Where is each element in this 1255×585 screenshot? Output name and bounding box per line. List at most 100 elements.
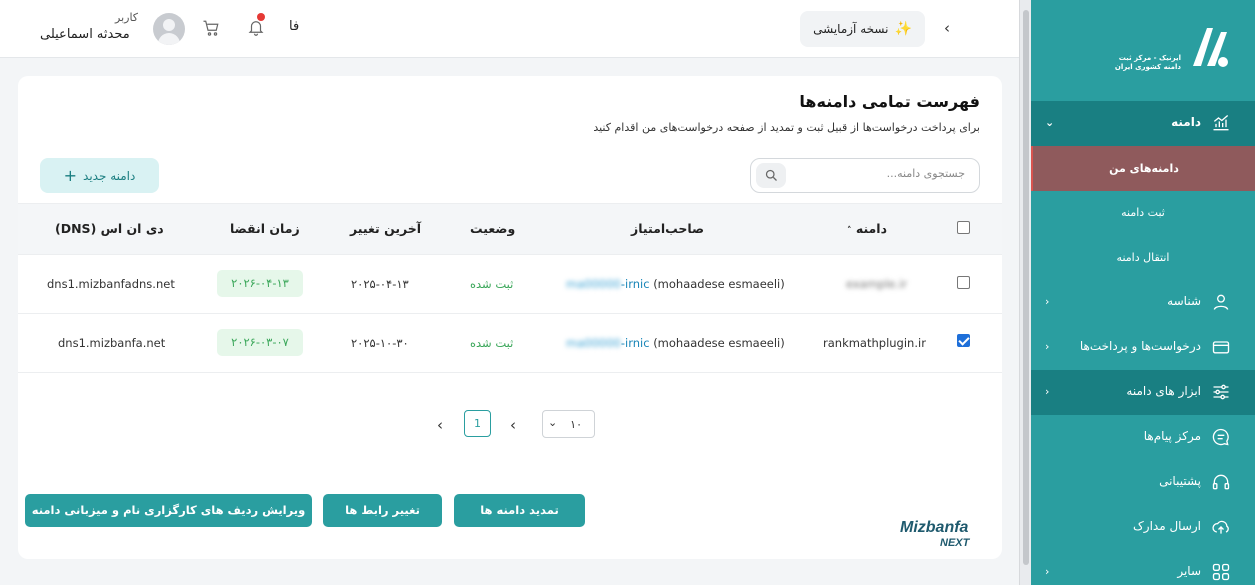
owner[interactable]: ma00000-irnic (mohaadese esmaeeli) <box>566 336 785 350</box>
pagination-next-icon[interactable]: ‹ <box>510 416 516 434</box>
cart-icon[interactable] <box>202 19 220 37</box>
sidebar-item-label: سایر <box>1177 564 1201 578</box>
scrollbar[interactable] <box>1019 0 1031 585</box>
table-row[interactable]: example.ir ma00000-irnic (mohaadese esma… <box>18 254 1002 313</box>
last-change: ۲۰۲۵-۰۴-۱۳ <box>351 277 409 291</box>
headset-icon <box>1212 474 1230 490</box>
notification-badge <box>257 13 265 21</box>
chart-icon <box>1213 114 1229 131</box>
sidebar-item-domain[interactable]: دامنه ⌄ <box>1031 101 1255 146</box>
search-input[interactable] <box>790 167 965 180</box>
edit-nameservers-button[interactable]: ویرایش ردیف های کارگزاری نام و میزبانی د… <box>25 494 312 527</box>
sidebar-subitem-register[interactable]: ثبت دامنه <box>1031 190 1255 235</box>
chevron-left-icon: ‹ <box>1045 295 1050 308</box>
owner-suffix: -irnic <box>620 336 650 350</box>
header-status: وضعیت <box>470 221 516 236</box>
owner-handle: ma00000 <box>566 336 621 350</box>
brand-tag: NEXT <box>940 537 971 549</box>
owner[interactable]: ma00000-irnic (mohaadese esmaeeli) <box>566 277 785 291</box>
sidebar-item-label: دامنه <box>1171 115 1201 129</box>
page-size-value: ۱۰ <box>570 418 582 431</box>
owner-name: (mohaadese esmaeeli) <box>653 336 785 350</box>
owner-suffix: -irnic <box>620 277 650 291</box>
sidebar-item-identity[interactable]: شناسه ‹ <box>1031 280 1255 325</box>
chevron-left-icon: ‹ <box>1045 340 1050 353</box>
select-all-checkbox[interactable] <box>957 221 970 234</box>
new-domain-button[interactable]: دامنه جدید + <box>40 158 159 193</box>
sidebar-item-label: مرکز پیام‌ها <box>1143 429 1201 443</box>
message-icon <box>1212 428 1229 446</box>
owner-name: (mohaadese esmaeeli) <box>653 277 785 291</box>
sidebar-item-other[interactable]: سایر ‹ <box>1031 550 1255 585</box>
header-dns: دی ان اس (DNS) <box>55 221 164 236</box>
sidebar-logo[interactable]: ایرنیک - مرکز ثبت دامنه کشوری ایران <box>1031 0 1255 100</box>
logo-text: ایرنیک - مرکز ثبت دامنه کشوری ایران <box>1114 54 1181 71</box>
sidebar-subitem-transfer[interactable]: انتقال دامنه <box>1031 235 1255 280</box>
chevron-left-icon: ‹ <box>1045 565 1050 578</box>
card-icon <box>1212 341 1230 354</box>
domains-card: فهرست تمامی دامنه‌ها برای پرداخت درخواست… <box>18 76 1002 559</box>
chevron-down-icon: ⌄ <box>1045 116 1055 129</box>
header-expiry: زمان انقضا <box>230 221 300 236</box>
scrollbar-thumb[interactable] <box>1023 10 1029 565</box>
header-domain[interactable]: دامنه ˄ <box>847 221 887 236</box>
sidebar-item-support[interactable]: پشتیبانی <box>1031 460 1255 505</box>
row-checkbox[interactable] <box>957 334 970 347</box>
top-bar: کاربر محدثه اسماعیلی فا ✨ نسخه آزمایشی ‹ <box>0 0 1019 58</box>
dns: dns1.mizbanfadns.net <box>47 277 175 291</box>
plus-icon: + <box>63 166 78 185</box>
chevron-left-icon[interactable]: ‹ <box>944 19 950 37</box>
search-icon <box>765 169 777 181</box>
status: ثبت شده <box>470 277 514 291</box>
table-header: دامنه ˄ صاحب‌امتیاز وضعیت آخرین تغییر زم… <box>18 203 1002 254</box>
domain-name[interactable]: example.ir <box>846 277 907 291</box>
brand-name: Mizbanfa <box>900 519 969 536</box>
user-name[interactable]: محدثه اسماعیلی <box>40 27 130 42</box>
pagination-page[interactable]: 1 <box>464 410 491 437</box>
table-row[interactable]: rankmathplugin.ir ma00000-irnic (mohaade… <box>18 313 1002 372</box>
user-role: کاربر <box>115 11 139 24</box>
header-owner: صاحب‌امتیاز <box>631 221 705 236</box>
expiry-badge: ۲۰۲۶-۰۳-۰۷ <box>217 329 303 356</box>
sidebar-subitem-my-domains[interactable]: دامنه‌های من <box>1031 146 1255 191</box>
expiry-badge: ۲۰۲۶-۰۴-۱۳ <box>217 270 303 297</box>
row-checkbox[interactable] <box>957 276 970 289</box>
last-change: ۲۰۲۵-۱۰-۳۰ <box>351 336 409 350</box>
search-box <box>750 158 980 193</box>
dns: dns1.mizbanfa.net <box>58 336 166 350</box>
sliders-icon <box>1213 384 1229 400</box>
upload-icon <box>1212 520 1229 534</box>
sidebar: ایرنیک - مرکز ثبت دامنه کشوری ایران دامن… <box>1031 0 1255 585</box>
renew-button[interactable]: تمدید دامنه ها <box>454 494 585 527</box>
brand-logo: Mizbanfa NEXT <box>900 519 971 549</box>
language-switch[interactable]: فا <box>289 19 299 34</box>
change-contact-button[interactable]: تغییر رابط ها <box>323 494 442 527</box>
irnic-logo <box>1193 28 1228 67</box>
sidebar-item-label: شناسه <box>1167 294 1201 308</box>
grid-icon <box>1212 563 1230 581</box>
user-icon <box>1213 294 1229 310</box>
pagination-prev-icon[interactable]: ‹ <box>437 416 443 434</box>
sidebar-item-tools[interactable]: ابزار های دامنه ‹ <box>1031 370 1255 415</box>
sort-icon: ˄ <box>847 226 852 236</box>
search-button[interactable] <box>756 163 786 188</box>
trial-label: نسخه آزمایشی <box>813 22 889 36</box>
sidebar-item-label: ارسال مدارک <box>1133 519 1201 533</box>
table-bottom-divider <box>18 372 1002 373</box>
sidebar-item-label: پشتیبانی <box>1159 474 1201 488</box>
chevron-down-icon: ⌄ <box>548 416 558 429</box>
domain-name[interactable]: rankmathplugin.ir <box>823 336 926 350</box>
sidebar-item-messages[interactable]: مرکز پیام‌ها <box>1031 415 1255 460</box>
page-subtitle: برای پرداخت درخواست‌ها از قبیل ثبت و تمد… <box>593 121 980 134</box>
sidebar-item-label: ابزار های دامنه <box>1126 384 1201 398</box>
sidebar-item-label: درخواست‌ها و پرداخت‌ها <box>1079 339 1201 353</box>
sidebar-item-documents[interactable]: ارسال مدارک <box>1031 505 1255 550</box>
page-size-select[interactable]: ۱۰ ⌄ <box>542 410 595 438</box>
trial-button[interactable]: ✨ نسخه آزمایشی <box>800 11 925 47</box>
avatar[interactable] <box>153 13 185 45</box>
header-last-change: آخرین تغییر <box>350 221 422 236</box>
status: ثبت شده <box>470 336 514 350</box>
owner-handle: ma00000 <box>566 277 621 291</box>
sidebar-item-requests[interactable]: درخواست‌ها و پرداخت‌ها ‹ <box>1031 325 1255 370</box>
new-domain-label: دامنه جدید <box>83 168 136 183</box>
